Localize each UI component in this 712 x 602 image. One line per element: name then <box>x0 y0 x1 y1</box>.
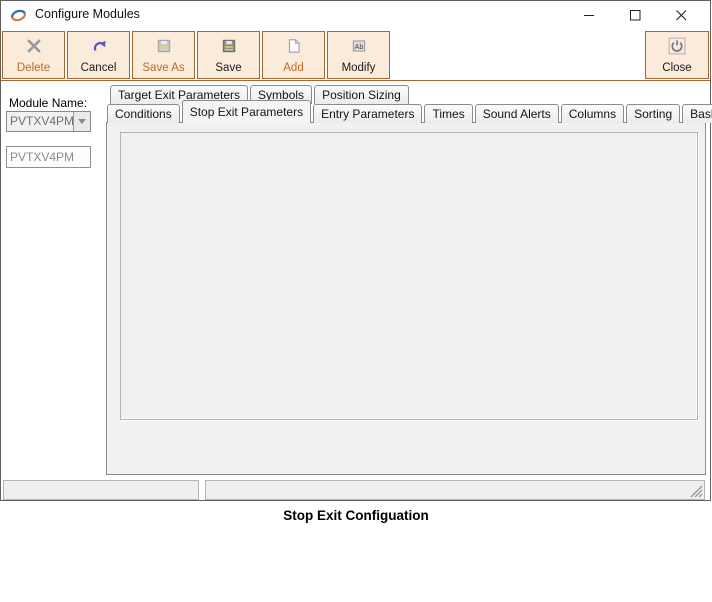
power-icon <box>668 37 686 55</box>
title-bar[interactable]: Configure Modules <box>1 1 710 29</box>
close-label: Close <box>662 62 691 74</box>
module-name-combo[interactable]: PVTXV4PM <box>6 111 91 132</box>
cancel-label: Cancel <box>81 62 117 74</box>
delete-x-icon <box>25 37 43 55</box>
save-as-floppy-icon <box>155 37 173 55</box>
window-title: Configure Modules <box>35 7 140 21</box>
toolbar: Delete Cancel Save As <box>1 30 710 81</box>
page-caption: Stop Exit Configuation <box>0 508 712 523</box>
tab-columns[interactable]: Columns <box>561 104 624 123</box>
module-name-combo-value: PVTXV4PM <box>7 112 73 131</box>
close-window-button[interactable] <box>664 1 698 29</box>
save-as-label: Save As <box>142 62 184 74</box>
minimize-button[interactable] <box>572 1 606 29</box>
delete-button[interactable]: Delete <box>2 31 65 79</box>
status-pane-right <box>205 480 705 500</box>
svg-text:Ab: Ab <box>354 42 363 51</box>
add-button[interactable]: Add <box>262 31 325 79</box>
tab-conditions[interactable]: Conditions <box>107 104 180 123</box>
delete-label: Delete <box>17 62 50 74</box>
app-logo-icon <box>10 7 27 24</box>
undo-arrow-icon <box>90 37 108 55</box>
tab-stop-exit-parameters[interactable]: Stop Exit Parameters <box>182 100 311 123</box>
screen: Configure Modules Delete <box>0 0 712 602</box>
save-button[interactable]: Save <box>197 31 260 79</box>
tab-times[interactable]: Times <box>424 104 472 123</box>
status-pane-left <box>3 480 199 500</box>
tab-position-sizing[interactable]: Position Sizing <box>314 85 409 104</box>
save-label: Save <box>215 62 241 74</box>
cancel-button[interactable]: Cancel <box>67 31 130 79</box>
new-document-icon <box>285 37 303 55</box>
module-name-label: Module Name: <box>9 96 87 110</box>
chevron-down-icon <box>78 119 86 128</box>
window-controls <box>572 1 698 29</box>
tab-sound-alerts[interactable]: Sound Alerts <box>475 104 559 123</box>
maximize-button[interactable] <box>618 1 652 29</box>
maximize-icon <box>630 10 641 21</box>
ab-edit-icon: Ab <box>350 37 368 55</box>
tab-sorting[interactable]: Sorting <box>626 104 680 123</box>
resize-grip[interactable] <box>689 484 703 498</box>
minimize-icon <box>584 10 595 21</box>
save-as-button[interactable]: Save As <box>132 31 195 79</box>
close-button[interactable]: Close <box>645 31 709 79</box>
add-label: Add <box>283 62 303 74</box>
tab-basket-miscellaneous[interactable]: Basket/Miscellaneous <box>682 104 712 123</box>
stop-exit-parameters-panel <box>106 122 706 475</box>
modify-button[interactable]: Ab Modify <box>327 31 390 79</box>
parameters-group-box <box>120 132 698 420</box>
tab-strip-row2: Conditions Stop Exit Parameters Entry Pa… <box>107 104 712 123</box>
module-combo-arrow[interactable] <box>73 112 90 131</box>
tab-entry-parameters[interactable]: Entry Parameters <box>313 104 422 123</box>
modify-label: Modify <box>342 62 376 74</box>
configure-modules-window: Configure Modules Delete <box>0 0 711 501</box>
save-floppy-icon <box>220 37 238 55</box>
close-icon <box>676 10 687 21</box>
